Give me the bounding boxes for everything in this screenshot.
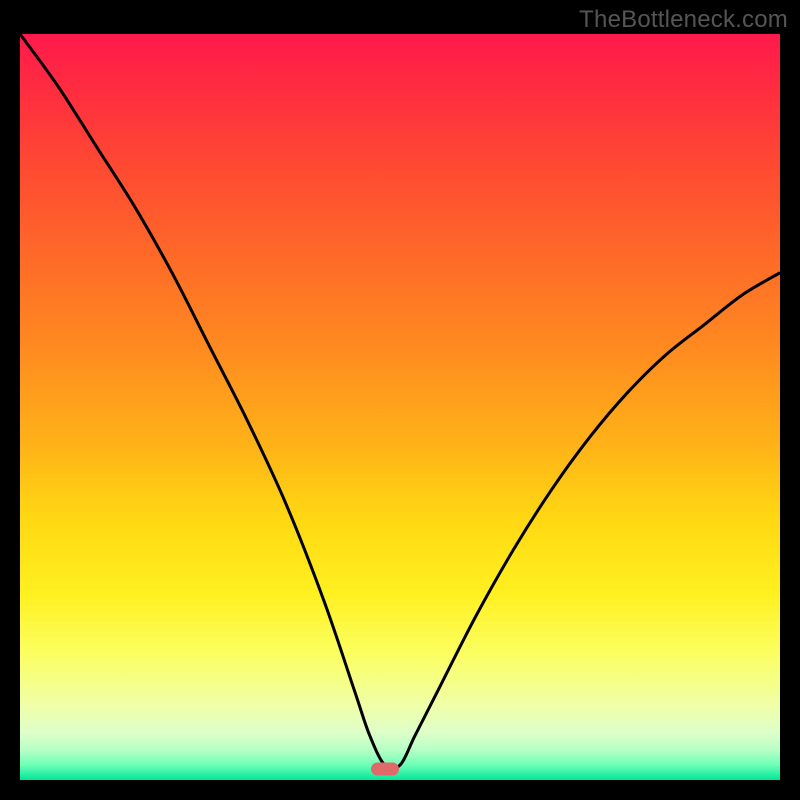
bottleneck-curve [20,34,780,780]
watermark-text: TheBottleneck.com [579,6,788,34]
optimal-point-marker [371,762,399,775]
plot-area [20,34,780,780]
chart-container: TheBottleneck.com [0,0,800,800]
bottleneck-curve-path [20,34,780,769]
